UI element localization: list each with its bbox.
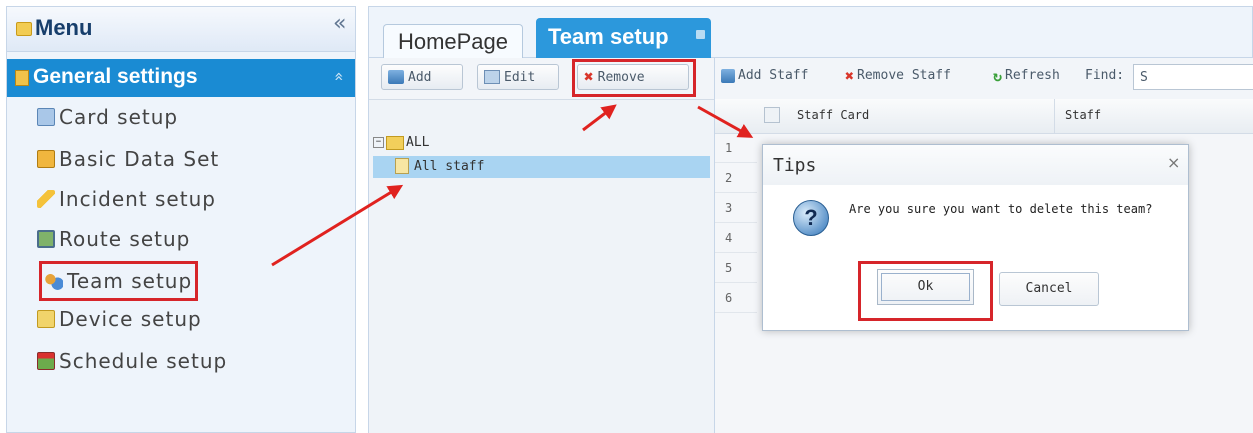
arrow-to-remove bbox=[582, 104, 617, 132]
arrow-to-tree bbox=[271, 184, 404, 267]
annotation-arrows bbox=[271, 104, 754, 267]
arrow-to-dialog bbox=[697, 105, 754, 138]
